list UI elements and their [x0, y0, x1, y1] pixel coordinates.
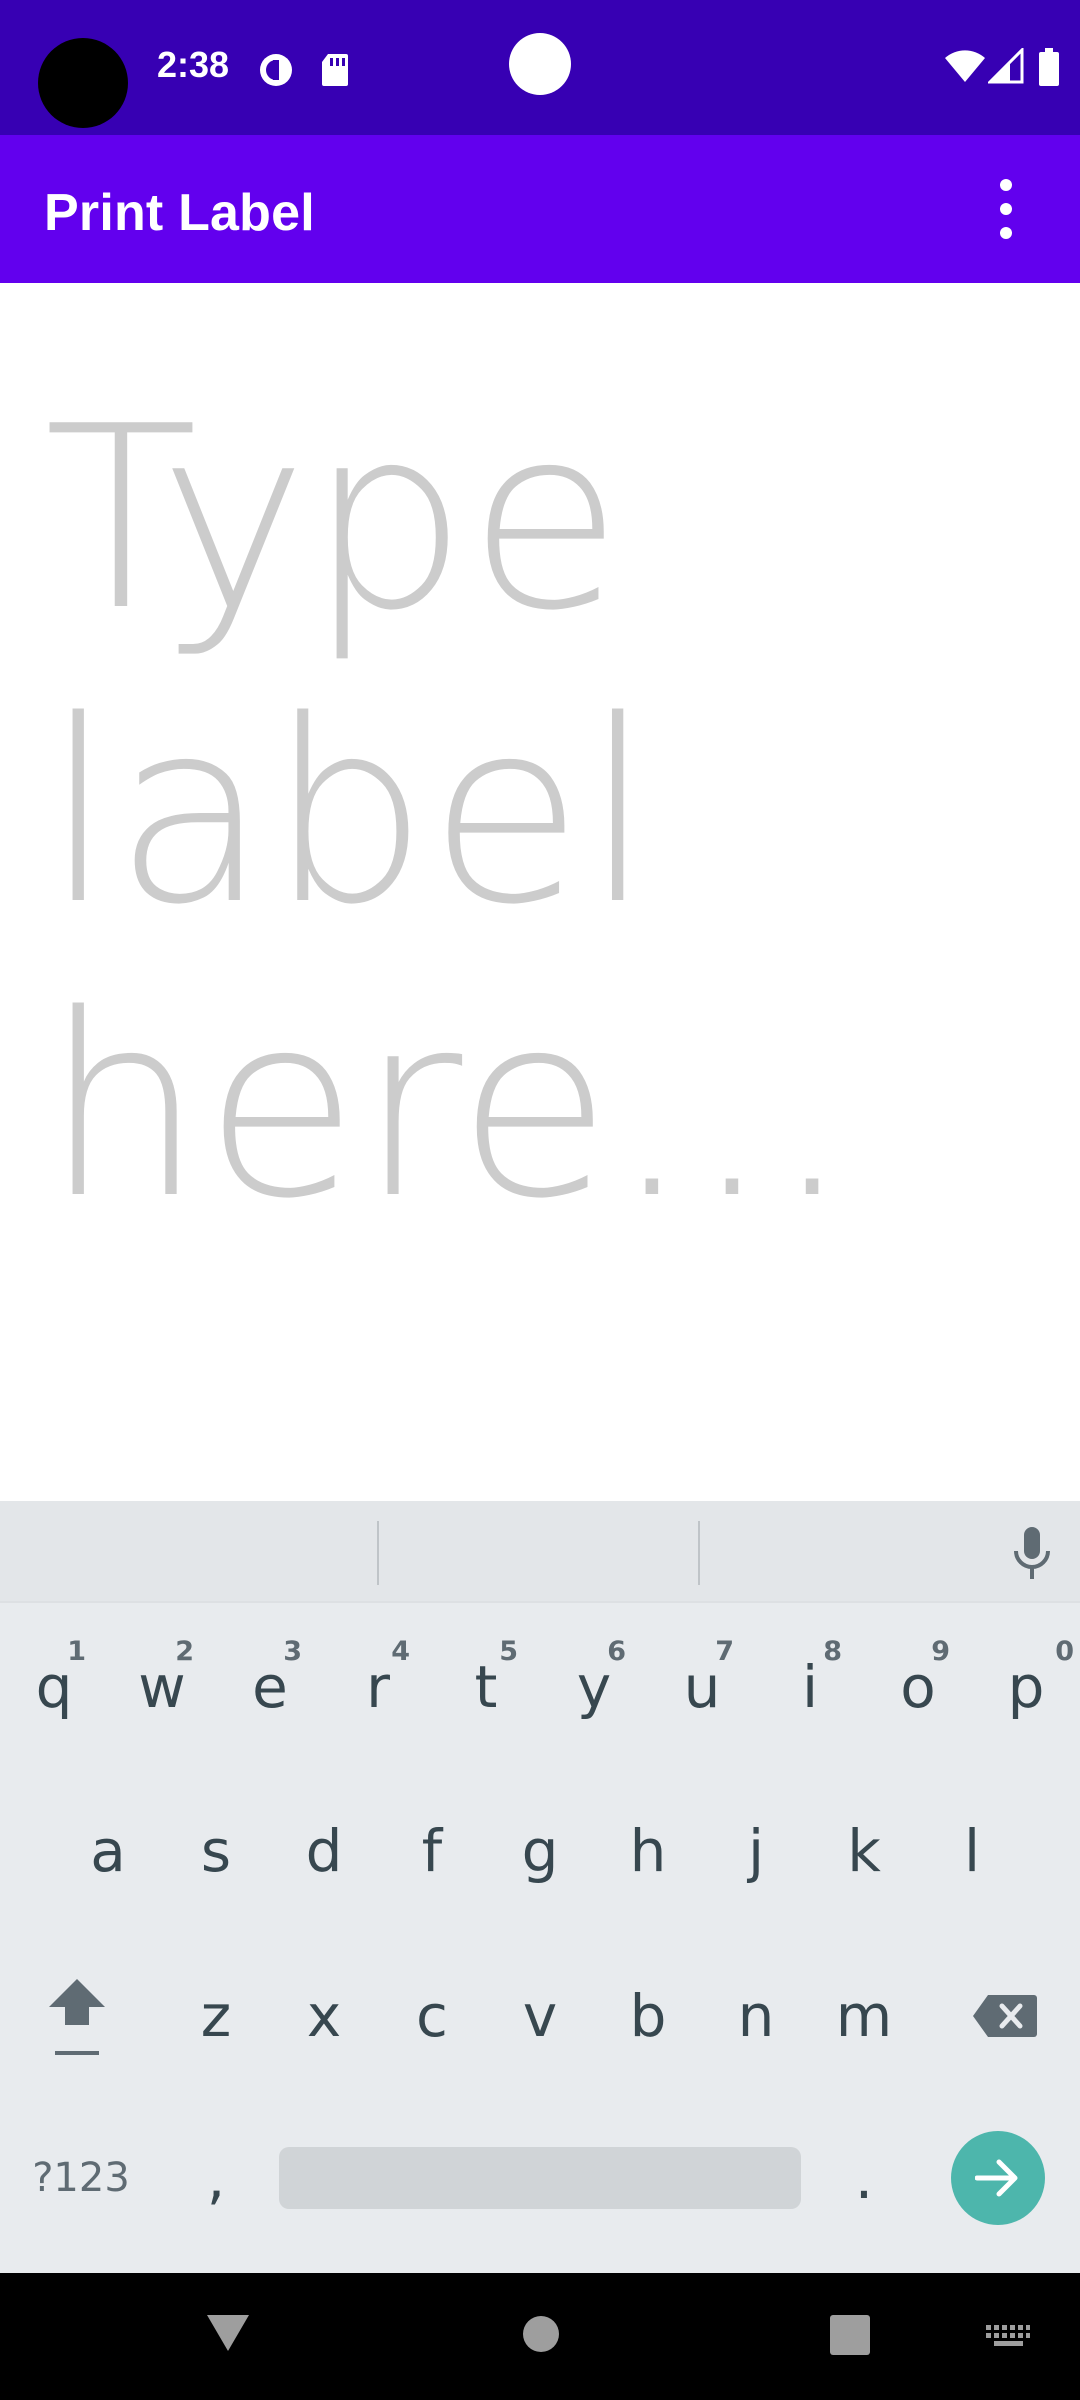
key-o[interactable]: o9 [864, 1612, 972, 1762]
navigation-bar [0, 2273, 1080, 2400]
key-v[interactable]: v [486, 1941, 594, 2091]
key-hint: 4 [391, 1636, 410, 1667]
key-z[interactable]: z [162, 1941, 270, 2091]
key-f[interactable]: f [378, 1776, 486, 1926]
period-key[interactable]: . [810, 2103, 918, 2253]
shift-icon [49, 1979, 105, 2055]
key-label: s [200, 1817, 232, 1885]
key-hint: 5 [499, 1636, 518, 1667]
status-time: 2:38 [157, 44, 230, 85]
key-c[interactable]: c [378, 1941, 486, 2091]
key-w[interactable]: w2 [108, 1612, 216, 1762]
key-b[interactable]: b [594, 1941, 702, 2091]
key-e[interactable]: e3 [216, 1612, 324, 1762]
key-label: p [1007, 1653, 1045, 1721]
label-text-input[interactable] [44, 373, 1004, 1373]
circle-indicator [509, 33, 571, 95]
back-triangle-icon[interactable] [205, 2313, 251, 2353]
symbols-key[interactable]: ?123 [16, 2103, 146, 2253]
key-label: h [629, 1817, 667, 1885]
key-k[interactable]: k [810, 1776, 918, 1926]
key-hint: 0 [1055, 1636, 1074, 1667]
backspace-icon [973, 1995, 1037, 2037]
key-u[interactable]: u7 [648, 1612, 756, 1762]
more-vert-icon[interactable] [980, 169, 1032, 249]
key-label: m [835, 1982, 893, 2050]
key-label: b [629, 1982, 667, 2050]
camera-cutout [38, 38, 128, 128]
key-label: v [522, 1982, 558, 2050]
key-p[interactable]: p0 [972, 1612, 1080, 1762]
key-m[interactable]: m [810, 1941, 918, 2091]
sd-card-icon [322, 54, 348, 86]
arrow-right-icon [975, 2159, 1018, 2197]
period-label: . [854, 2144, 874, 2212]
comma-label: , [206, 2144, 226, 2212]
key-hint: 9 [931, 1636, 950, 1667]
shift-key[interactable] [22, 1941, 132, 2091]
mic-icon[interactable] [1010, 1525, 1054, 1581]
key-hint: 3 [283, 1636, 302, 1667]
wifi-icon [945, 50, 985, 82]
suggestion-strip [0, 1501, 1080, 1603]
signal-icon [988, 48, 1024, 84]
key-q[interactable]: q1 [0, 1612, 108, 1762]
key-j[interactable]: j [702, 1776, 810, 1926]
enter-key[interactable] [951, 2131, 1045, 2225]
key-i[interactable]: i8 [756, 1612, 864, 1762]
key-label: j [747, 1817, 765, 1885]
status-bar: 2:38 [0, 0, 1080, 135]
key-l[interactable]: l [918, 1776, 1026, 1926]
key-a[interactable]: a [54, 1776, 162, 1926]
suggestion-divider [377, 1521, 379, 1585]
backspace-key[interactable] [950, 1941, 1060, 2091]
key-label: a [90, 1817, 126, 1885]
key-label: x [306, 1982, 342, 2050]
key-h[interactable]: h [594, 1776, 702, 1926]
key-label: n [737, 1982, 775, 2050]
key-label: k [847, 1817, 881, 1885]
key-label: f [421, 1817, 443, 1885]
key-label: t [474, 1653, 498, 1721]
space-key[interactable] [279, 2147, 801, 2209]
content-area [0, 283, 1080, 1741]
comma-key[interactable]: , [162, 2103, 270, 2253]
key-y[interactable]: y6 [540, 1612, 648, 1762]
key-g[interactable]: g [486, 1776, 594, 1926]
key-label: y [576, 1653, 612, 1721]
key-label: i [801, 1653, 819, 1721]
soft-keyboard: q1 w2 e3 r4 t5 y6 u7 i8 o9 p0 a s d f g … [0, 1501, 1080, 2273]
key-label: l [963, 1817, 981, 1885]
key-x[interactable]: x [270, 1941, 378, 2091]
key-hint: 6 [607, 1636, 626, 1667]
key-hint: 7 [715, 1636, 734, 1667]
key-hint: 2 [175, 1636, 194, 1667]
key-label: g [521, 1817, 559, 1885]
key-label: r [366, 1653, 390, 1721]
key-hint: 8 [823, 1636, 842, 1667]
home-circle-icon[interactable] [522, 2315, 560, 2353]
symbols-label: ?123 [32, 2155, 130, 2201]
app-title: Print Label [44, 184, 315, 242]
key-r[interactable]: r4 [324, 1612, 432, 1762]
keyboard-icon[interactable] [986, 2325, 1030, 2347]
data-saver-icon [260, 54, 292, 86]
key-n[interactable]: n [702, 1941, 810, 2091]
app-bar: Print Label [0, 135, 1080, 283]
key-label: z [200, 1982, 232, 2050]
key-label: d [305, 1817, 343, 1885]
battery-icon [1039, 48, 1059, 86]
key-hint: 1 [67, 1636, 86, 1667]
key-t[interactable]: t5 [432, 1612, 540, 1762]
suggestion-divider [698, 1521, 700, 1585]
key-s[interactable]: s [162, 1776, 270, 1926]
key-d[interactable]: d [270, 1776, 378, 1926]
key-label: c [416, 1982, 448, 2050]
recents-square-icon[interactable] [830, 2315, 870, 2355]
